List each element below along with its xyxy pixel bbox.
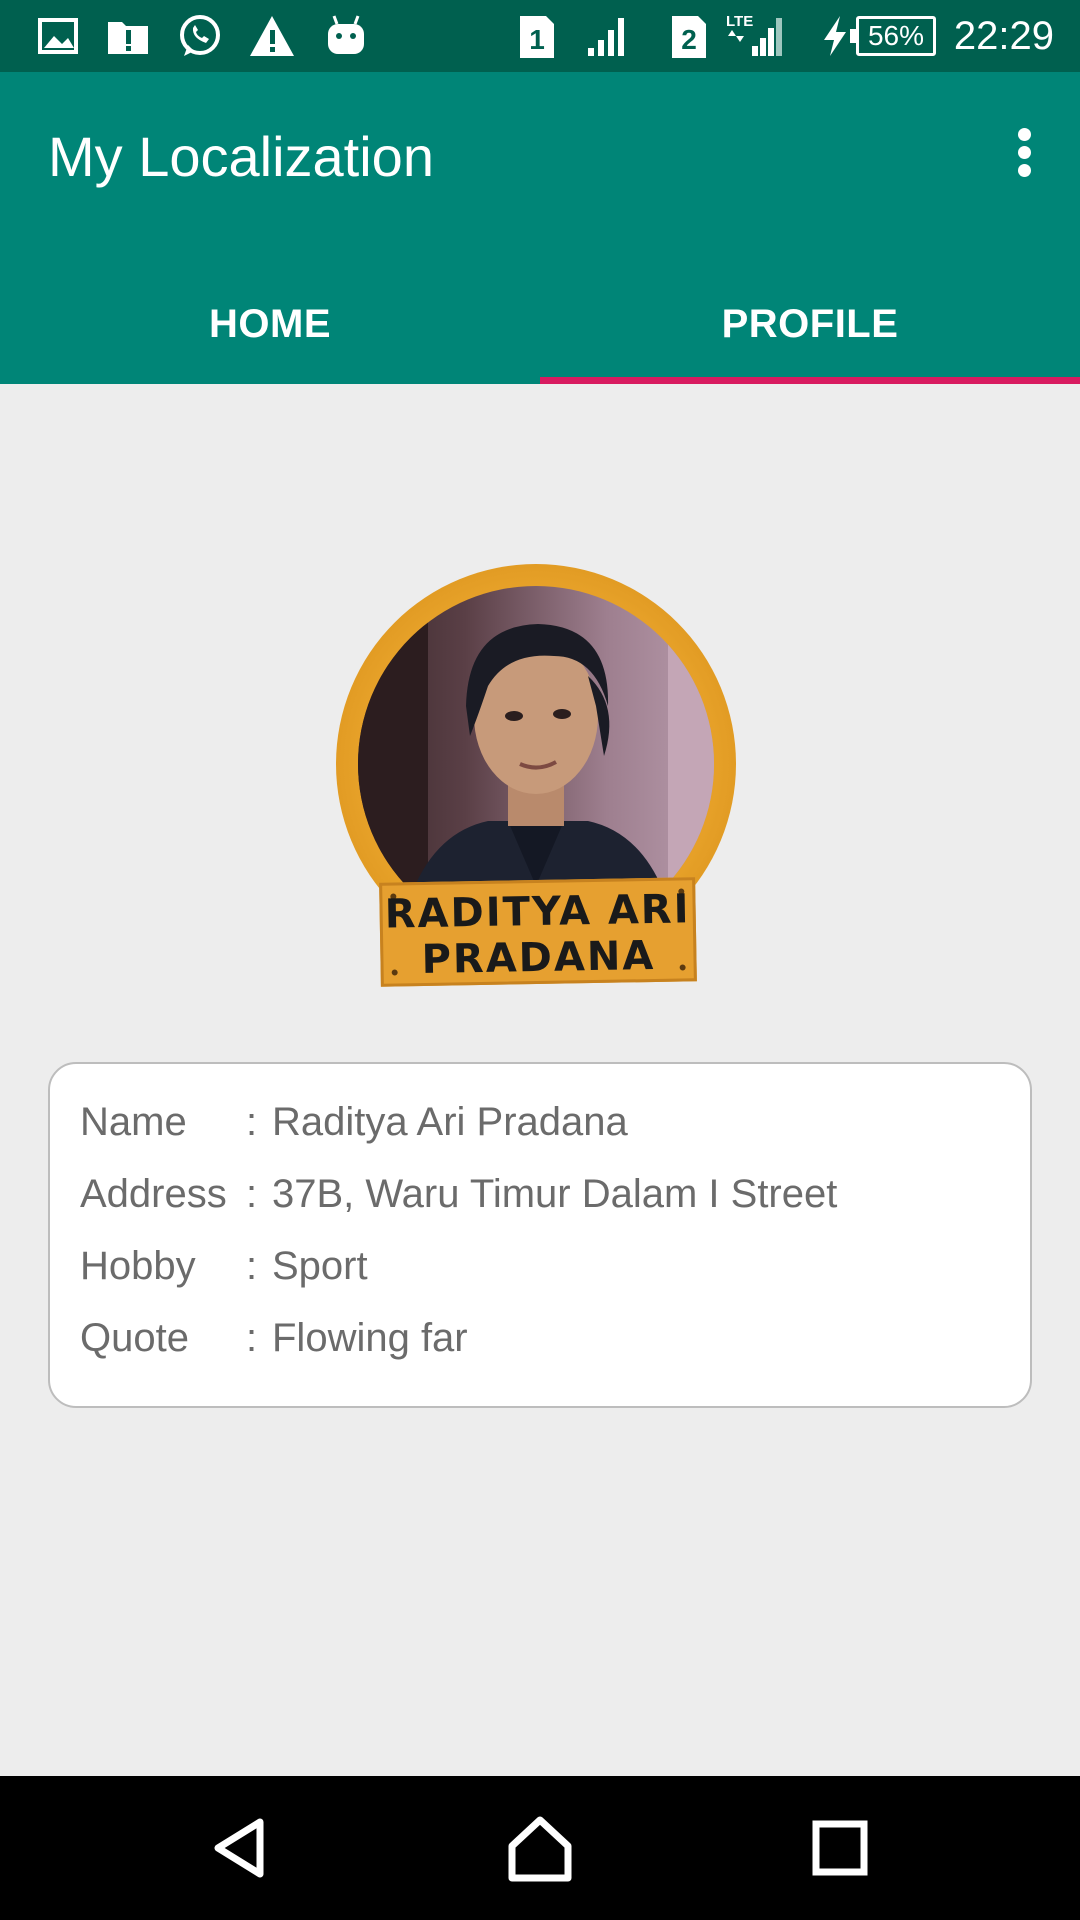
- app-title: My Localization: [48, 125, 434, 188]
- sim2-icon: 2: [664, 12, 712, 60]
- app-bar: My Localization HOME PROFILE: [0, 72, 1080, 384]
- clock: 22:29: [953, 14, 1054, 58]
- detail-key: Quote: [80, 1316, 189, 1360]
- charging-icon: [818, 12, 852, 60]
- sim2-label: 2: [681, 24, 697, 55]
- home-icon[interactable]: [504, 1812, 576, 1884]
- warning-icon: [248, 12, 296, 60]
- detail-separator: :: [246, 1100, 258, 1144]
- banner-line-1: RADITYA ARI: [384, 886, 691, 938]
- banner-text: RADITYA ARI PRADANA: [382, 886, 694, 983]
- lte-signal-icon: LTE: [726, 12, 786, 60]
- tab-bar: HOME PROFILE: [0, 264, 1080, 384]
- detail-value: Flowing far: [272, 1316, 468, 1360]
- detail-key: Name: [80, 1100, 187, 1144]
- back-icon[interactable]: [204, 1812, 276, 1884]
- sim1-label: 1: [529, 24, 545, 55]
- sim1-icon: 1: [512, 12, 560, 60]
- signal-icon: [584, 12, 632, 60]
- gallery-icon: [34, 12, 82, 60]
- status-bar: 1 2 LTE 56% 22:29: [0, 0, 1080, 72]
- battery-indicator: 56%: [850, 16, 936, 56]
- tab-home[interactable]: HOME: [0, 264, 540, 384]
- detail-key: Hobby: [80, 1244, 196, 1288]
- name-banner: RADITYA ARI PRADANA: [379, 877, 697, 987]
- profile-details-card: Name : Raditya Ari Pradana Address : 37B…: [48, 1062, 1032, 1408]
- detail-separator: :: [246, 1316, 258, 1360]
- android-icon: [322, 12, 370, 60]
- profile-avatar: RADITYA ARI PRADANA: [336, 564, 740, 987]
- system-nav-bar: [0, 1776, 1080, 1920]
- detail-value: Raditya Ari Pradana: [272, 1100, 628, 1144]
- lte-label: LTE: [726, 13, 753, 30]
- banner-line-2: PRADANA: [421, 932, 656, 984]
- detail-separator: :: [246, 1244, 258, 1288]
- detail-key: Address: [80, 1172, 227, 1216]
- overflow-menu-icon[interactable]: [992, 120, 1056, 184]
- whatsapp-icon: [176, 12, 224, 60]
- tab-profile[interactable]: PROFILE: [540, 264, 1080, 384]
- file-alert-icon: [104, 12, 152, 60]
- detail-value: Sport: [272, 1244, 368, 1288]
- detail-separator: :: [246, 1172, 258, 1216]
- recents-icon[interactable]: [804, 1812, 876, 1884]
- detail-value: 37B, Waru Timur Dalam I Street: [272, 1172, 838, 1216]
